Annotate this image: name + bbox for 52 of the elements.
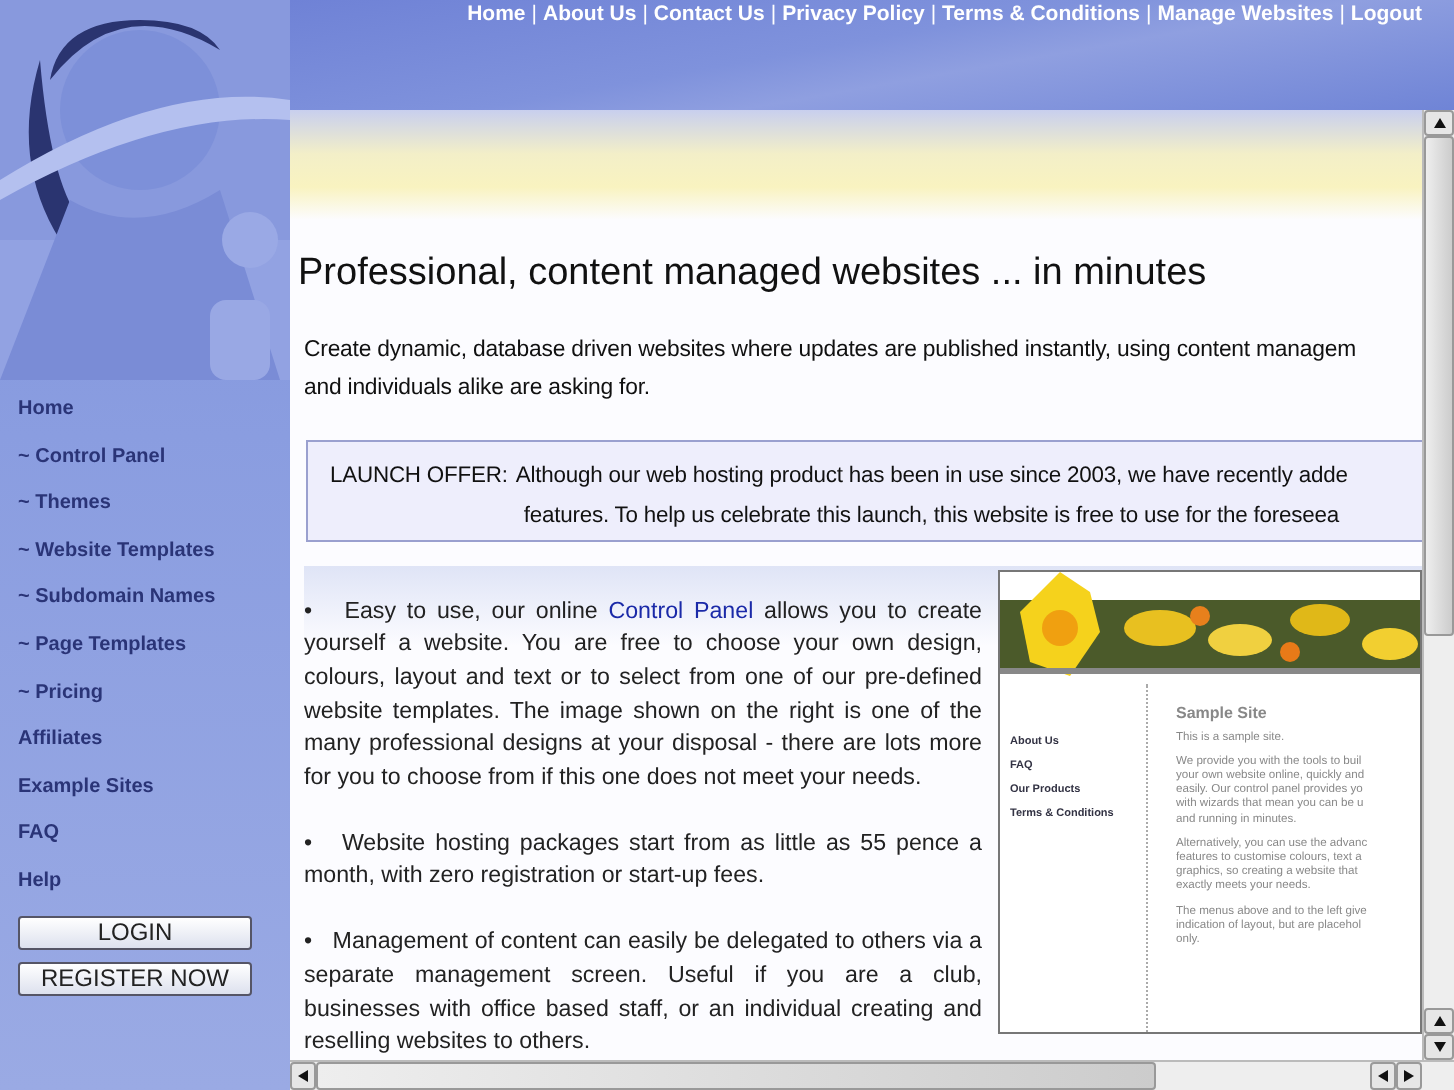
scroll-left-button[interactable]	[290, 1062, 316, 1090]
nav-link[interactable]: Logout	[1350, 1, 1422, 25]
sidebar-item[interactable]: Example Sites	[18, 773, 290, 821]
nav-separator: |	[642, 1, 648, 25]
nav-separator: |	[1146, 1, 1152, 25]
offer-text: Although our web hosting product has been in use since 2003, we have recently adde	[515, 461, 1350, 492]
left-arrow-icon	[1375, 1068, 1391, 1084]
sidebar-item[interactable]: Help	[18, 867, 290, 916]
control-panel-link[interactable]: Control Panel	[608, 597, 754, 624]
scroll-up-button[interactable]	[1424, 1008, 1454, 1034]
sidebar-item[interactable]: ~ Subdomain Names	[18, 584, 290, 632]
nav-separator: |	[770, 1, 777, 25]
down-arrow-icon	[1431, 1039, 1447, 1055]
nav-separator: |	[1339, 1, 1345, 25]
nav-link[interactable]: Contact Us	[653, 1, 765, 25]
offer-label: LAUNCH OFFER:	[330, 461, 508, 492]
vertical-scrollbar[interactable]	[1422, 110, 1454, 1060]
nav-link[interactable]: Home	[467, 1, 526, 25]
register-button[interactable]: REGISTER NOW	[18, 961, 252, 996]
nav-link[interactable]: About Us	[543, 1, 637, 25]
scroll-thumb[interactable]	[316, 1062, 1156, 1090]
feature-text: • Website hosting packages start from as little as 55 pence a month, with zero registration or start-up fees.	[304, 827, 982, 893]
nav-link[interactable]: Manage Websites	[1157, 1, 1334, 25]
scroll-thumb[interactable]	[1424, 136, 1454, 636]
page-title: Professional, content managed websites ... in minutes	[298, 251, 1209, 296]
sidebar-item[interactable]: ~ Themes	[18, 490, 290, 538]
feature-text: • Easy to use, our online Control Panel allows you to create yourself a website. You are free to choose your own design, colours, layout and text or to select from one of our pre-defined website templates. The image shown on the right is one of the many professional designs at your disposal - there are lots more for you to choose from if this one does not meet your needs.	[304, 595, 982, 795]
scroll-right-button[interactable]	[1396, 1062, 1422, 1090]
intro-text: Create dynamic, database driven websites where updates are published instantly, using content managem and individuals alike are asking for.	[304, 335, 1358, 404]
left-arrow-icon	[295, 1068, 311, 1084]
sidebar-item[interactable]: ~ Website Templates	[18, 537, 290, 585]
scroll-down-button[interactable]	[1424, 1034, 1454, 1060]
login-button[interactable]: LOGIN	[18, 915, 252, 950]
offer-text: features. To help us celebrate this launch, this website is free to use for the foreseea	[523, 501, 1342, 532]
scroll-left-button[interactable]	[1370, 1062, 1396, 1090]
up-arrow-icon	[1431, 1013, 1447, 1029]
sample-title: Sample Site	[1176, 703, 1269, 722]
scroll-up-button[interactable]	[1424, 110, 1454, 136]
nav-separator: |	[930, 1, 937, 25]
sidebar-item[interactable]: FAQ	[18, 820, 290, 868]
right-arrow-icon	[1401, 1068, 1417, 1084]
feature-text: • Management of content can easily be delegated to others via a separate management screen. Useful if you are a club, businesses with office based staff, or an individual creating and reselling websites to others.	[304, 926, 982, 1059]
nav-link[interactable]: Terms & Conditions	[942, 1, 1141, 25]
nav-link[interactable]: Privacy Policy	[782, 1, 925, 25]
up-arrow-icon	[1431, 115, 1447, 131]
sidebar-item[interactable]: Home	[18, 396, 290, 444]
sidebar-item[interactable]: ~ Control Panel	[18, 443, 290, 491]
sidebar-item[interactable]: Affiliates	[18, 726, 290, 774]
nav-separator: |	[531, 1, 538, 25]
sidebar-item[interactable]: ~ Page Templates	[18, 631, 290, 680]
horizontal-scrollbar[interactable]	[290, 1060, 1454, 1090]
sidebar-item[interactable]: ~ Pricing	[18, 679, 290, 727]
